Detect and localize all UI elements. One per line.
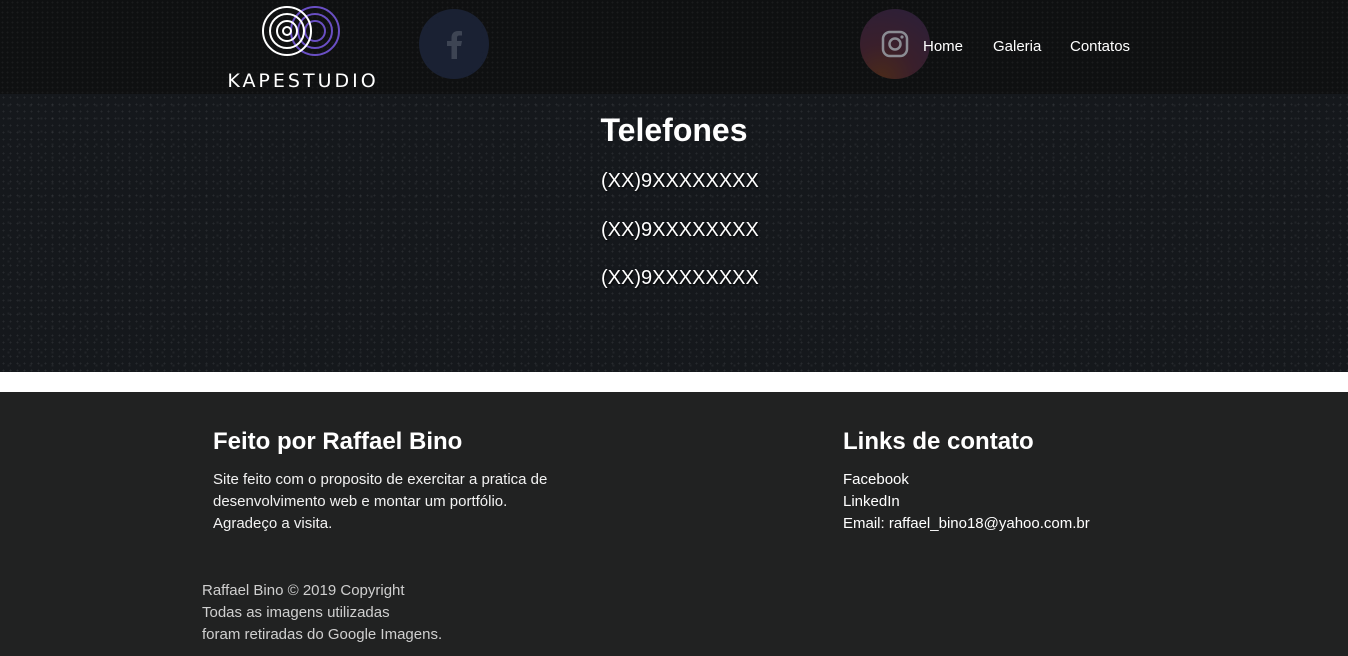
copyright-text: Raffael Bino © 2019 Copyright Todas as i… [202, 580, 442, 646]
nav-contatos[interactable]: Contatos [1070, 38, 1130, 55]
copyright-line: foram retiradas do Google Imagens. [202, 626, 443, 643]
footer-about-text: Site feito com o proposito de exercitar … [213, 469, 547, 535]
footer-about-line: desenvolvimento web e montar um portfóli… [213, 493, 508, 510]
phones-section: Telefones (XX)9XXXXXXXX (XX)9XXXXXXXX (X… [0, 94, 1348, 372]
logo-circles-icon [262, 6, 340, 56]
facebook-link[interactable]: Facebook [843, 469, 1090, 491]
footer-contact-title: Links de contato [843, 428, 1034, 455]
copyright-line: Raffael Bino © 2019 Copyright [202, 582, 405, 599]
footer-about-line: Agradeço a visita. [213, 515, 333, 532]
facebook-button[interactable] [419, 9, 489, 79]
brand-logo[interactable]: KAPESTUDIO [222, 6, 384, 92]
page-title: Telefones [600, 112, 748, 148]
logo-text: KAPESTUDIO [227, 70, 379, 92]
instagram-button[interactable] [860, 9, 930, 79]
section-divider [0, 372, 1348, 392]
phone-number: (XX)9XXXXXXXX [601, 170, 759, 192]
instagram-icon [881, 30, 909, 58]
linkedin-link[interactable]: LinkedIn [843, 491, 1090, 513]
email-link[interactable]: Email: raffael_bino18@yahoo.com.br [843, 513, 1090, 535]
footer-contact-links: Facebook LinkedIn Email: raffael_bino18@… [843, 469, 1090, 535]
footer-about-title: Feito por Raffael Bino [213, 428, 463, 455]
facebook-icon [447, 31, 462, 59]
phone-number: (XX)9XXXXXXXX [601, 219, 759, 241]
footer-about-line: Site feito com o proposito de exercitar … [213, 471, 548, 488]
phone-number: (XX)9XXXXXXXX [601, 267, 759, 289]
site-header: KAPESTUDIO Home Galeria Contatos [0, 0, 1348, 94]
site-footer: Feito por Raffael Bino Site feito com o … [0, 392, 1348, 656]
nav-galeria[interactable]: Galeria [993, 38, 1041, 55]
copyright-line: Todas as imagens utilizadas [202, 604, 390, 621]
nav-home[interactable]: Home [923, 38, 963, 55]
